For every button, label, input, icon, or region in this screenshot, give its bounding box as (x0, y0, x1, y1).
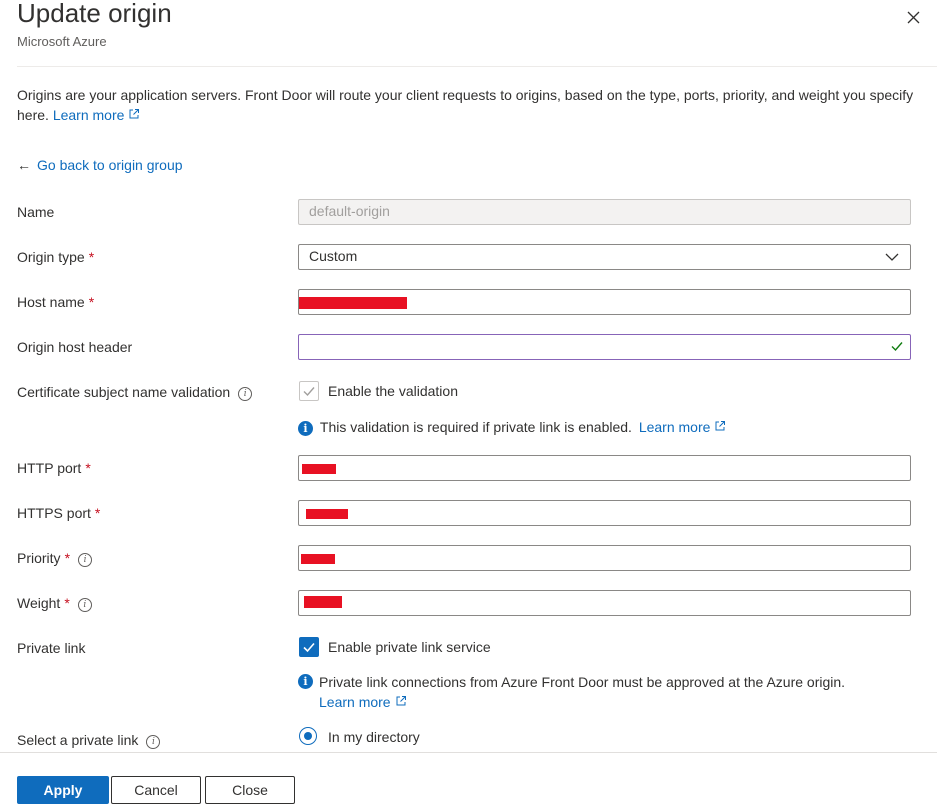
info-icon[interactable]: i (146, 735, 161, 749)
enable-validation-label: Enable the validation (328, 383, 458, 399)
origin-host-header-input[interactable] (298, 334, 911, 360)
required-marker: * (64, 550, 71, 566)
validation-info-text: This validation is required if private l… (319, 419, 632, 435)
priority-label: Priority * i (17, 550, 93, 567)
select-private-link-label: Select a private link i (17, 732, 161, 749)
external-link-icon (129, 109, 140, 119)
checkmark-icon (303, 387, 315, 397)
required-marker: * (88, 249, 95, 265)
weight-label: Weight * i (17, 595, 92, 612)
redaction-mark (302, 464, 336, 474)
private-link-info-text: Private link connections from Azure Fron… (319, 674, 846, 690)
radio-selected-dot (304, 732, 312, 740)
priority-input[interactable] (298, 545, 911, 571)
required-marker: * (85, 460, 91, 476)
description: Origins are your application servers. Fr… (17, 85, 922, 125)
learn-more-link[interactable]: Learn more (53, 107, 141, 123)
redaction-mark (306, 509, 348, 519)
close-button[interactable]: Close (205, 776, 295, 804)
redaction-mark (299, 297, 407, 309)
info-icon[interactable]: i (238, 387, 253, 401)
in-my-directory-label: In my directory (328, 729, 420, 745)
info-icon: i (298, 421, 313, 436)
required-marker: * (64, 595, 70, 611)
name-field: default-origin (298, 199, 911, 225)
name-value: default-origin (309, 203, 390, 219)
external-link-icon (396, 696, 406, 706)
private-link-learn-more-link[interactable]: Learn more (319, 694, 407, 710)
http-port-label: HTTP port * (17, 460, 91, 476)
name-label: Name (17, 204, 55, 220)
description-text: Origins are your application servers. Fr… (17, 87, 914, 123)
info-icon[interactable]: i (77, 598, 92, 612)
enable-private-link-label: Enable private link service (328, 639, 491, 655)
back-to-origin-group-link[interactable]: ← Go back to origin group (17, 157, 183, 173)
weight-input[interactable] (298, 590, 911, 616)
panel-subtitle: Microsoft Azure (17, 34, 107, 49)
required-marker: * (94, 505, 101, 521)
origin-type-label: Origin type * (17, 249, 95, 265)
origin-host-header-label: Origin host header (17, 339, 133, 355)
panel-title: Update origin (17, 0, 172, 28)
footer-divider (0, 752, 937, 753)
http-port-input[interactable] (298, 455, 911, 481)
https-port-label: HTTPS port * (17, 505, 101, 521)
info-icon[interactable]: i (78, 553, 93, 567)
private-link-label: Private link (17, 640, 86, 656)
origin-type-value: Custom (309, 248, 358, 264)
https-port-input[interactable] (298, 500, 911, 526)
close-icon[interactable] (900, 4, 926, 30)
chevron-down-icon (885, 253, 899, 261)
redaction-mark (301, 554, 335, 564)
private-link-info-message: i Private link connections from Azure Fr… (298, 672, 898, 712)
in-my-directory-radio[interactable] (299, 727, 317, 745)
cancel-button[interactable]: Cancel (111, 776, 201, 804)
redaction-mark (304, 596, 342, 608)
close-panel-button[interactable] (900, 4, 926, 30)
validation-info-message: i This validation is required if private… (298, 419, 726, 436)
cert-validation-label: Certificate subject name validation i (17, 384, 253, 401)
required-marker: * (88, 294, 95, 310)
enable-private-link-checkbox[interactable] (299, 637, 319, 657)
info-icon: i (298, 674, 313, 689)
host-name-label: Host name * (17, 294, 95, 310)
host-name-input[interactable] (298, 289, 911, 315)
external-link-icon (715, 421, 726, 431)
arrow-left-icon: ← (17, 157, 31, 173)
apply-button[interactable]: Apply (17, 776, 109, 804)
header-divider (17, 66, 937, 67)
back-link-label: Go back to origin group (37, 157, 183, 173)
checkmark-icon (891, 342, 903, 352)
validation-learn-more-link[interactable]: Learn more (639, 419, 727, 435)
checkmark-icon (303, 642, 315, 653)
enable-validation-checkbox[interactable] (299, 381, 319, 401)
origin-type-dropdown[interactable]: Custom (298, 244, 911, 270)
